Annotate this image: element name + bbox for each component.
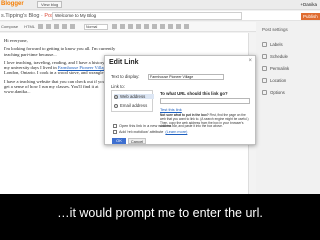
undo-icon[interactable] [38,24,43,29]
dialog-title: Edit Link [109,59,139,66]
help-text: Not sure what to put in the box? First, … [160,113,252,129]
url-question: To what URL should this link go? [160,91,228,96]
slide-caption: …it would prompt me to enter the url. [57,206,263,220]
option-label: Web address [120,94,146,99]
settings-item-label: Schedule [270,54,288,59]
test-link[interactable]: Test this link [160,107,182,112]
tab-html[interactable]: HTML [24,24,35,29]
url-input[interactable] [160,98,250,104]
edit-link-dialog: Edit Link × Text to display: Farmhouse P… [104,55,256,145]
underline-icon[interactable] [128,24,133,29]
radio-icon [114,103,118,108]
settings-item-location[interactable]: Location [262,78,286,83]
blog-name[interactable]: s.Tipping's Blog · [1,13,44,19]
video-icon[interactable] [168,24,173,29]
post-settings-title: Post settings [262,27,288,32]
post-settings-panel: Post settings Labels Schedule Permalink … [258,22,320,194]
checkbox-label: Open this link in a new window [119,124,171,128]
breadcrumb: s.Tipping's Blog · Post [1,13,55,19]
settings-item-permalink[interactable]: Permalink [262,66,289,71]
font-size-icon[interactable] [62,24,67,29]
settings-item-schedule[interactable]: Schedule [262,54,288,59]
link-icon[interactable] [152,24,157,29]
label-icon [262,42,267,47]
toolbar-buttons-left [38,24,75,29]
bold-icon[interactable] [112,24,117,29]
learn-more-link[interactable]: (Learn more) [165,130,187,134]
email-address-option[interactable]: Email address [114,103,147,108]
editor-toolbar: Compose HTML Normal [0,22,256,32]
settings-item-label: Permalink [270,66,290,71]
web-address-option[interactable]: Web address [114,94,154,99]
settings-item-label: Options [270,90,285,95]
tab-compose[interactable]: Compose [1,24,18,29]
publish-button[interactable]: Publish [301,13,320,20]
list-icon[interactable] [184,24,189,29]
strikethrough-icon[interactable] [136,24,141,29]
toolbar-buttons-right [112,24,189,29]
checkbox-icon [113,130,117,134]
nofollow-checkbox[interactable]: Add 'rel=nofollow' attribute (Learn more) [113,130,187,134]
text-color-icon[interactable] [144,24,149,29]
blogger-logo: Blogger [1,1,24,7]
settings-item-options[interactable]: Options [262,90,285,95]
align-icon[interactable] [176,24,181,29]
image-icon[interactable] [160,24,165,29]
cancel-button[interactable]: Cancel [128,138,146,144]
editor-paragraph: Hi everyone, [4,38,28,43]
link-type-list: Web address Email address [111,90,154,112]
settings-item-label: Labels [270,42,283,47]
view-blog-button[interactable]: View blog [37,1,63,8]
checkbox-icon [113,124,117,128]
user-account[interactable]: +Danika [300,2,317,7]
text-to-display-label: Text to display: [111,74,140,79]
settings-item-label: Location [270,78,287,83]
checkbox-label: Add 'rel=nofollow' attribute [119,130,164,134]
format-select[interactable]: Normal [84,24,108,30]
redo-icon[interactable] [46,24,51,29]
mode-tabs: Compose HTML [1,24,35,29]
new-window-checkbox[interactable]: Open this link in a new window [113,124,171,128]
font-icon[interactable] [54,24,59,29]
close-icon[interactable]: × [248,58,252,64]
gear-icon [262,90,267,95]
top-bar: Blogger View blog +Danika [0,0,320,10]
radio-selected-icon [114,94,118,99]
clock-icon [262,54,267,59]
font-color-icon[interactable] [70,24,75,29]
title-bar: s.Tipping's Blog · Post Welcome to My Bl… [0,11,320,21]
link-icon [262,66,267,71]
text-to-display-input[interactable]: Farmhouse Pioneer Village [148,74,224,80]
italic-icon[interactable] [120,24,125,29]
settings-item-labels[interactable]: Labels [262,42,283,47]
link-to-label: Link to: [111,84,125,89]
selected-link-text[interactable]: Farmhouse Pioneer Village [58,65,108,70]
location-icon [262,78,267,83]
post-title-input[interactable]: Welcome to My Blog [52,12,242,20]
screenshot: Blogger View blog +Danika s.Tipping's Bl… [0,0,320,194]
option-label: Email address [120,103,148,108]
ok-button[interactable]: OK [112,138,126,144]
